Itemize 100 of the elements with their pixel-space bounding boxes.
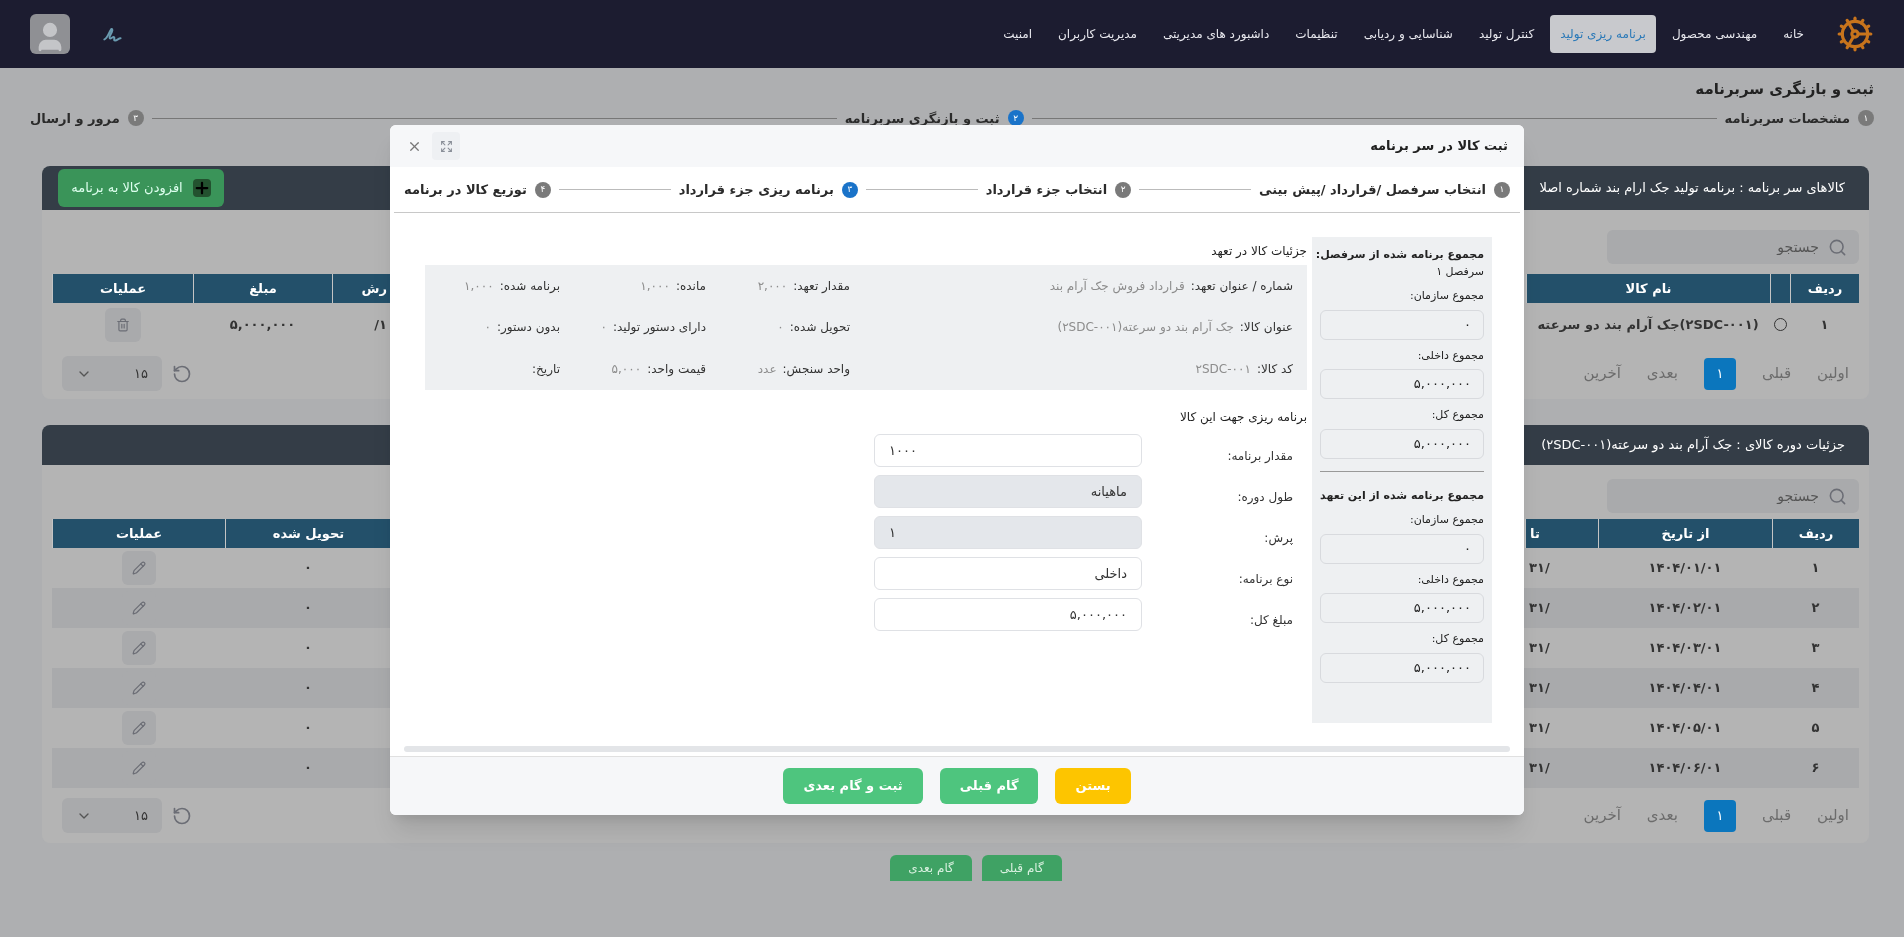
step-number: ۳ (841, 181, 858, 198)
table-cell-text: ۲ (1810, 599, 1821, 618)
next-page-link[interactable]: بعدی (1646, 362, 1678, 385)
step-number: ۲ (1115, 181, 1132, 198)
refresh-icon[interactable] (172, 805, 192, 826)
field-label: مجموع کل: (1430, 407, 1484, 423)
field-label: قیمت واحد: (647, 361, 706, 379)
card-title: کالاهای سر برنامه : برنامه تولید جک ارام بند شماره اصلا (1539, 179, 1845, 198)
table-cell-text: ۱ (1810, 559, 1821, 578)
field-label: طول دوره: (1236, 488, 1294, 506)
page-size-select[interactable]: ۱۵ (62, 356, 162, 391)
table-cell-text: ۱ (1819, 315, 1830, 334)
table-cell-text: ۱۴۰۴/۰۴/۰۱ (1647, 679, 1723, 698)
nav-item[interactable]: کنترل تولید (1468, 15, 1545, 53)
nav-item[interactable]: برنامه ریزی تولید (1550, 15, 1656, 53)
table-cell-text: /۳۱ (1528, 759, 1551, 778)
nav-item[interactable]: داشبورد های مدیریتی (1152, 15, 1280, 53)
last-page-link[interactable]: آخرین (1583, 804, 1621, 827)
edit-button[interactable] (121, 711, 156, 745)
first-page-link[interactable]: اولین (1817, 362, 1849, 385)
last-page-link[interactable]: آخرین (1583, 362, 1621, 385)
value-field: ۵,۰۰۰,۰۰۰ (1320, 593, 1484, 623)
table-header-cell: مبلغ (193, 274, 332, 303)
gear-logo-icon[interactable] (1836, 15, 1874, 53)
search-field[interactable]: جستجو (1607, 230, 1859, 264)
nav-item[interactable]: امنیت (993, 15, 1043, 53)
nav-item[interactable]: مدیریت کاربران (1048, 15, 1147, 53)
pencil-icon (131, 761, 146, 775)
nav-item[interactable]: شناسایی و ردیابی (1353, 15, 1463, 53)
field-label: واحد سنجش: (782, 361, 850, 379)
previous-page-link[interactable]: قبلی (1761, 362, 1792, 385)
pencil-icon (131, 601, 146, 615)
field-value: عدد (757, 361, 777, 379)
table-cell-text: ۰ (303, 639, 313, 658)
table-header-cell: از تاریخ (1598, 519, 1772, 548)
step-button[interactable]: گام بعدی (890, 855, 972, 881)
page-link[interactable]: ۱ (1703, 357, 1736, 390)
step-label: انتخاب سرفصل /قرارداد /پیش بینی (1259, 180, 1486, 199)
table-header-cell: رش (332, 274, 391, 303)
pencil-icon (131, 721, 146, 735)
table-cell-text: ۱/ (373, 315, 388, 334)
input-field[interactable]: داخلی (874, 557, 1142, 590)
nav-item[interactable]: تنظیمات (1285, 15, 1348, 53)
step-number: ۱ (1494, 181, 1510, 198)
table-header-cell: عملیات (52, 519, 225, 548)
field-value: ۰ (484, 319, 491, 337)
table-cell-text: ۱۴۰۴/۰۳/۰۱ (1647, 639, 1723, 658)
edit-button[interactable] (121, 631, 156, 665)
field-value: ۲SDC-۰۰۱ (1195, 361, 1251, 379)
input-field[interactable]: ۵,۰۰۰,۰۰۰ (874, 598, 1142, 631)
table-cell-text: ۵ (1810, 719, 1821, 738)
search-icon (1828, 487, 1847, 506)
page-link[interactable]: ۱ (1703, 799, 1736, 832)
step-label: توزیع کالا در برنامه (404, 180, 527, 199)
pencil-icon (131, 641, 146, 655)
refresh-icon[interactable] (172, 363, 192, 384)
page-size-select[interactable]: ۱۵ (62, 798, 162, 833)
pencil-icon (131, 681, 146, 695)
edit-button[interactable] (121, 551, 156, 585)
table-cell-text: ۰ (303, 559, 313, 578)
field-value: ۵,۰۰۰ (611, 361, 642, 379)
pencil-icon (131, 561, 146, 575)
nav-item[interactable]: مهندسی محصول (1661, 15, 1768, 53)
value-field: ۰ (1320, 309, 1484, 340)
step-number: ۱ (1858, 110, 1874, 127)
search-icon (1828, 238, 1847, 257)
field-label: تاریخ: (532, 361, 560, 379)
value-field: ۰ (1320, 533, 1484, 564)
table-cell-text: ۶ (1810, 759, 1821, 778)
section-subtitle: سرفصل ۱ (1435, 263, 1484, 280)
search-field[interactable]: جستجو (1607, 479, 1859, 513)
field-label: مجموع داخلی: (1416, 347, 1484, 364)
field-label: کد کالا: (1256, 361, 1293, 379)
table-cell-text: ۳ (1810, 639, 1821, 658)
previous-page-link[interactable]: قبلی (1761, 804, 1792, 827)
table-cell-text: ۰ (303, 679, 313, 698)
first-page-link[interactable]: اولین (1817, 804, 1849, 827)
add-product-button[interactable]: افزودن کالا به برنامه (58, 169, 224, 207)
avatar[interactable] (30, 14, 70, 54)
field-value: ۰ (600, 319, 607, 337)
step-number: ۴ (534, 181, 551, 198)
trash-icon (115, 317, 130, 332)
delete-button[interactable] (104, 307, 141, 342)
table-header-cell: ردیف (1790, 274, 1859, 303)
field-value: ۰ (777, 319, 784, 337)
input-field[interactable]: ۱۰۰۰ (874, 434, 1142, 467)
step-button[interactable]: گام قبلی (981, 855, 1062, 881)
step-label: برنامه ریزی جزء قرارداد (678, 180, 834, 199)
expand-button[interactable] (432, 132, 460, 160)
table-cell-text: ۰ (303, 759, 313, 778)
nav-item[interactable]: خانه (1773, 15, 1814, 53)
table-cell-text: /۳۱ (1528, 679, 1551, 698)
step-number: ۲ (1007, 110, 1024, 127)
table-cell-text: ۴ (1810, 679, 1821, 698)
table-cell-text: /۳۱ (1528, 599, 1551, 618)
next-page-link[interactable]: بعدی (1646, 804, 1678, 827)
table-cell-text: ۱۴۰۴/۰۲/۰۱ (1647, 599, 1723, 618)
field-label: برنامه شده: (499, 277, 560, 295)
field-label: تحویل شده: (789, 319, 850, 337)
table-header-cell: ردیف (1772, 519, 1859, 548)
